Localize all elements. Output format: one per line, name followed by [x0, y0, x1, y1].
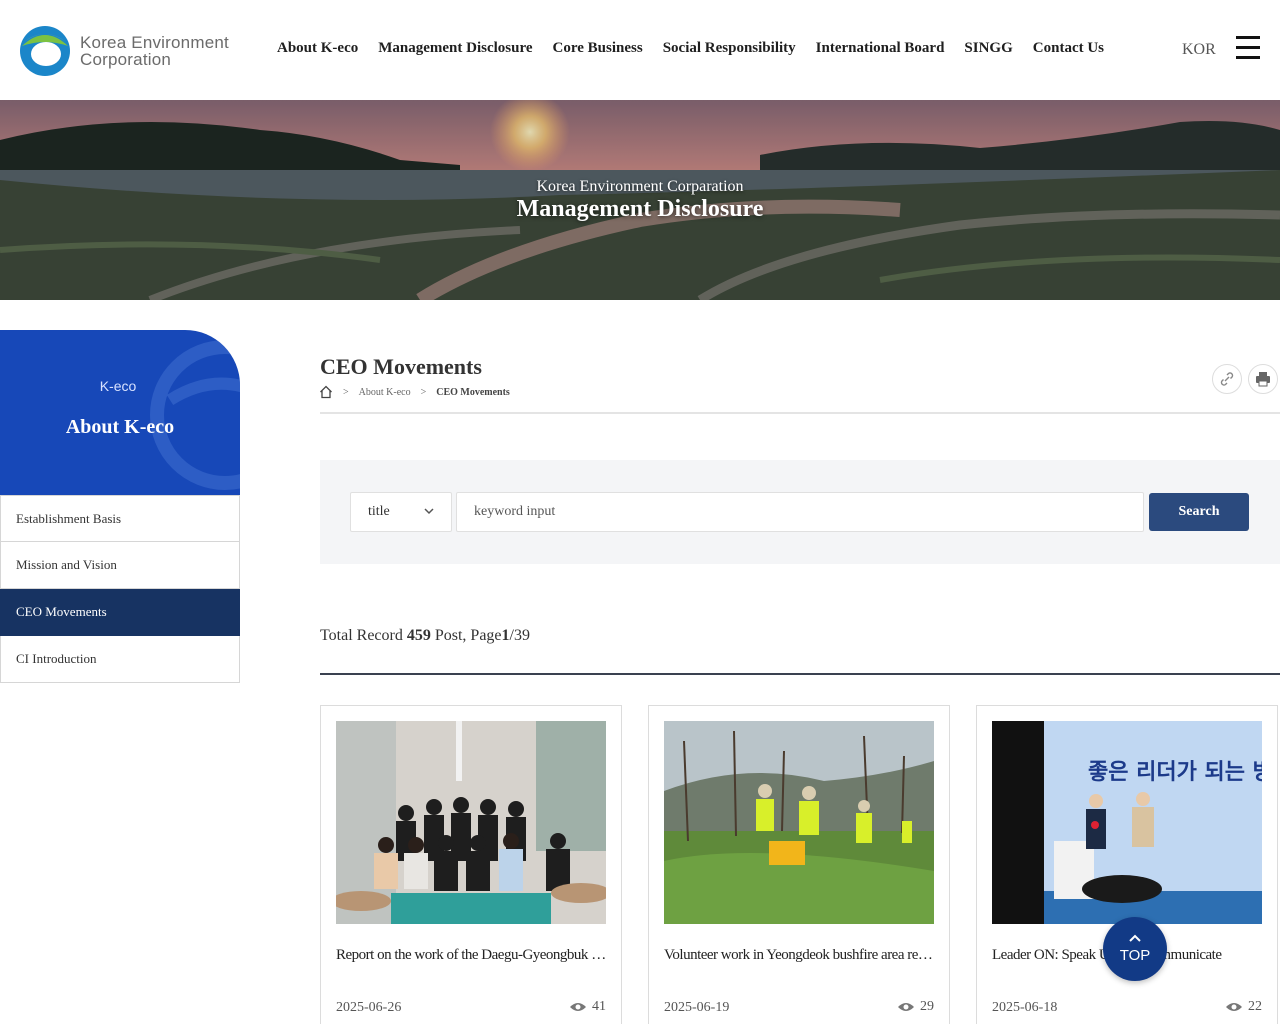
breadcrumb: > About K-eco > CEO Movements: [319, 385, 510, 399]
post-card[interactable]: Report on the work of the Daegu-Gyeongbu…: [320, 705, 622, 1024]
scroll-top-button[interactable]: TOP: [1103, 917, 1167, 981]
post-card[interactable]: Volunteer work in Yeongdeok bushfire are…: [648, 705, 950, 1024]
post-views: 29: [897, 999, 934, 1015]
page-title: CEO Movements: [320, 354, 482, 379]
breadcrumb-separator: >: [343, 386, 349, 398]
select-value: title: [368, 504, 390, 519]
nav-social-responsibility[interactable]: Social Responsibility: [663, 40, 796, 57]
post-views: 22: [1225, 999, 1262, 1015]
search-panel: title Search: [320, 460, 1280, 564]
title-divider: [320, 412, 1280, 414]
keyword-input[interactable]: [456, 492, 1144, 532]
sidebar-header: K-eco About K-eco: [0, 330, 240, 495]
nav-contact[interactable]: Contact Us: [1033, 40, 1104, 57]
nav-singg[interactable]: SINGG: [964, 40, 1012, 57]
breadcrumb-separator: >: [420, 386, 427, 398]
post-thumbnail[interactable]: 좋은 리더가 되는 방법: [992, 721, 1262, 924]
chevron-up-icon: [1129, 934, 1141, 942]
print-icon: [1256, 372, 1270, 387]
post-date: 2025-06-26: [336, 1000, 402, 1015]
nav-international-board[interactable]: International Board: [816, 40, 945, 57]
banner-subtitle: Korea Environment Corparation: [536, 178, 744, 195]
post-date: 2025-06-18: [992, 1000, 1058, 1015]
sidebar-menu: Establishment Basis Mission and Vision C…: [0, 495, 240, 683]
sidebar-title: About K-eco: [65, 416, 175, 438]
logo-line1: Korea Environment: [80, 33, 229, 52]
screen-sign-text: 좋은 리더가 되는 방법: [1088, 760, 1262, 785]
current-page: 1: [501, 627, 510, 644]
language-switch[interactable]: KOR: [1182, 41, 1216, 59]
logo-line2: Corporation: [80, 50, 172, 69]
breadcrumb-about[interactable]: About K-eco: [359, 387, 411, 398]
breadcrumb-current: CEO Movements: [436, 386, 510, 398]
search-field-select[interactable]: title: [350, 492, 452, 532]
post-thumbnail[interactable]: [336, 721, 606, 924]
post-date: 2025-06-19: [664, 1000, 730, 1015]
print-button[interactable]: [1248, 364, 1278, 394]
banner-title: Management Disclosure: [516, 196, 764, 222]
post-thumbnail[interactable]: [664, 721, 934, 924]
sidebar-item-establishment-basis[interactable]: Establishment Basis: [0, 495, 240, 542]
nav-core-business[interactable]: Core Business: [553, 40, 643, 57]
hamburger-icon[interactable]: [1236, 36, 1260, 60]
sidebar-item-ceo-movements[interactable]: CEO Movements: [0, 589, 240, 636]
total-record: Total Record 459 Post, Page1/39: [320, 627, 530, 644]
post-title[interactable]: Volunteer work in Yeongdeok bushfire are…: [664, 947, 936, 964]
logo-text: Korea Environment Corporation: [80, 34, 229, 68]
main-nav: About K-eco Management Disclosure Core B…: [277, 40, 1104, 57]
sidebar-item-mission-vision[interactable]: Mission and Vision: [0, 542, 240, 589]
total-pages: /39: [509, 627, 530, 644]
hero-banner: Korea Environment Corparation Management…: [0, 100, 1280, 300]
logo[interactable]: Korea Environment Corporation: [18, 24, 229, 78]
eye-icon: [1226, 1003, 1242, 1011]
top-label: TOP: [1119, 947, 1151, 964]
k-eco-logo-icon: [20, 26, 70, 76]
eye-icon: [898, 1003, 914, 1011]
home-icon[interactable]: [319, 385, 333, 399]
sidebar-logo-watermark-icon: [150, 340, 240, 490]
nav-management-disclosure[interactable]: Management Disclosure: [378, 40, 532, 57]
link-share-button[interactable]: [1212, 364, 1242, 394]
link-icon: [1220, 372, 1234, 386]
site-header: Korea Environment Corporation About K-ec…: [0, 0, 1280, 100]
nav-about[interactable]: About K-eco: [277, 40, 358, 57]
post-title[interactable]: Report on the work of the Daegu-Gyeongbu…: [336, 947, 608, 964]
search-button[interactable]: Search: [1149, 493, 1249, 531]
sidebar-subtitle: K-eco: [99, 378, 137, 394]
post-views: 41: [569, 999, 606, 1015]
eye-icon: [570, 1003, 586, 1011]
chevron-down-icon: [424, 508, 434, 515]
total-count: 459: [406, 627, 431, 644]
sidebar-item-ci-introduction[interactable]: CI Introduction: [0, 636, 240, 683]
list-divider: [320, 673, 1280, 675]
